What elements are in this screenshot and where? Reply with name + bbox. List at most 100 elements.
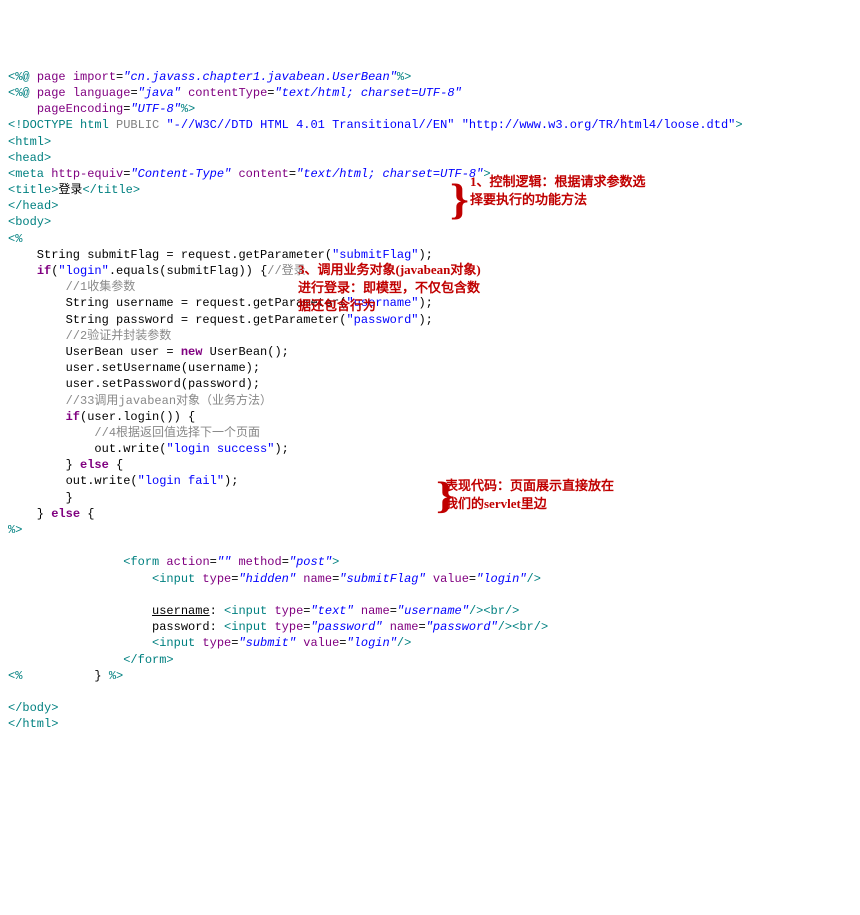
val: "UTF-8" — [130, 102, 180, 116]
code: } — [8, 507, 51, 521]
dt: PUBLIC — [116, 118, 159, 132]
code: UserBean(); — [202, 345, 288, 359]
doctype: <!DOCTYPE — [8, 118, 73, 132]
val: "password" — [426, 620, 498, 634]
label-password: password: — [8, 620, 217, 634]
annotation-2-business-object: 3、调用业务对象(javabean对象)进行登录：即模型，不仅包含数据还包含行为 — [298, 261, 488, 316]
close: %> — [397, 70, 411, 84]
input-submit: <input — [8, 636, 195, 650]
code: } — [8, 458, 80, 472]
eq: = — [303, 604, 310, 618]
dt-str: "-//W3C//DTD HTML 4.01 Transitional//EN" — [166, 118, 454, 132]
html-close: </html> — [8, 717, 58, 731]
attr: method — [231, 555, 281, 569]
kw-else: else — [80, 458, 109, 472]
code: ); — [274, 442, 288, 456]
body-open: <body> — [8, 215, 51, 229]
attr-import: import — [73, 70, 116, 84]
title-close: </title> — [82, 183, 140, 197]
attr: language — [73, 86, 131, 100]
code: (user.login()) { — [80, 410, 195, 424]
eq: = — [231, 572, 238, 586]
eq: = — [419, 620, 426, 634]
eq: = — [130, 86, 137, 100]
val: "login" — [476, 572, 526, 586]
close: /> — [527, 572, 541, 586]
attr: value — [426, 572, 469, 586]
brace-icon: } — [450, 171, 469, 229]
comment-1: //1收集参数 — [8, 280, 135, 294]
annotation-1-control-logic: 1、控制逻辑：根据请求参数选择要执行的功能方法 — [470, 173, 650, 209]
indent — [8, 264, 37, 278]
close: /> — [397, 636, 411, 650]
eq: = — [390, 604, 397, 618]
label-username: username — [152, 604, 210, 618]
code: } — [8, 491, 73, 505]
attr: name — [383, 620, 419, 634]
val: "username" — [397, 604, 469, 618]
eq: = — [289, 167, 296, 181]
close: /> — [498, 620, 512, 634]
close: > — [332, 555, 339, 569]
scriptlet-close: %> — [8, 523, 22, 537]
input-hidden: <input — [8, 572, 195, 586]
kw-page: page — [37, 70, 66, 84]
attr: action — [159, 555, 209, 569]
kw-if: if — [66, 410, 80, 424]
code: .equals(submitFlag)) { — [109, 264, 267, 278]
input: <input — [217, 604, 267, 618]
code: user.setUsername(username); — [8, 361, 260, 375]
str: "login" — [58, 264, 108, 278]
scriptlet-open: <% — [8, 232, 22, 246]
meta: <meta — [8, 167, 44, 181]
attr: type — [195, 572, 231, 586]
close: > — [735, 118, 742, 132]
attr: name — [354, 604, 390, 618]
attr: value — [296, 636, 339, 650]
import-value: "cn.javass.chapter1.javabean.UserBean" — [123, 70, 397, 84]
attr: name — [296, 572, 332, 586]
scriptlet: %> — [102, 669, 124, 683]
comment-4: //4根据返回值选择下一个页面 — [8, 426, 260, 440]
kw-new: new — [181, 345, 203, 359]
close: %> — [181, 102, 195, 116]
input: <input — [217, 620, 267, 634]
eq: = — [339, 636, 346, 650]
code: { — [80, 507, 94, 521]
eq: = — [231, 636, 238, 650]
attr: type — [267, 620, 303, 634]
comment-3: //33调用javabean对象（业务方法） — [8, 394, 272, 408]
eq: = — [303, 620, 310, 634]
comment-2: //2验证并封装参数 — [8, 329, 171, 343]
close: /> — [469, 604, 483, 618]
val: "text/html; charset=UTF-8" — [274, 86, 461, 100]
dt: html — [80, 118, 109, 132]
title-open: <title> — [8, 183, 58, 197]
dt-str: "http://www.w3.org/TR/html4/loose.dtd" — [462, 118, 736, 132]
attr: http-equiv — [51, 167, 123, 181]
val: "post" — [289, 555, 332, 569]
form-close: </form> — [8, 653, 174, 667]
kw-else: else — [51, 507, 80, 521]
val: "hidden" — [238, 572, 296, 586]
attr: type — [267, 604, 303, 618]
kw: page — [37, 86, 66, 100]
code: String submitFlag = request.getParameter… — [8, 248, 332, 262]
eq: = — [210, 555, 217, 569]
code: { — [109, 458, 123, 472]
code: String username = request.getParameter( — [8, 296, 346, 310]
br: <br/> — [512, 620, 548, 634]
val: "login" — [346, 636, 396, 650]
code: out.write( — [8, 442, 166, 456]
body-close: </body> — [8, 701, 58, 715]
val: "java" — [138, 86, 181, 100]
eq: = — [282, 555, 289, 569]
br: <br/> — [483, 604, 519, 618]
attr: pageEncoding — [37, 102, 123, 116]
annotation-3-presentation: 表现代码：页面展示直接放在我们的servlet里边 — [445, 477, 625, 513]
form-open: <form — [8, 555, 159, 569]
val: "password" — [310, 620, 382, 634]
colon: : — [210, 604, 217, 618]
eq: = — [332, 572, 339, 586]
attr: content — [238, 167, 288, 181]
